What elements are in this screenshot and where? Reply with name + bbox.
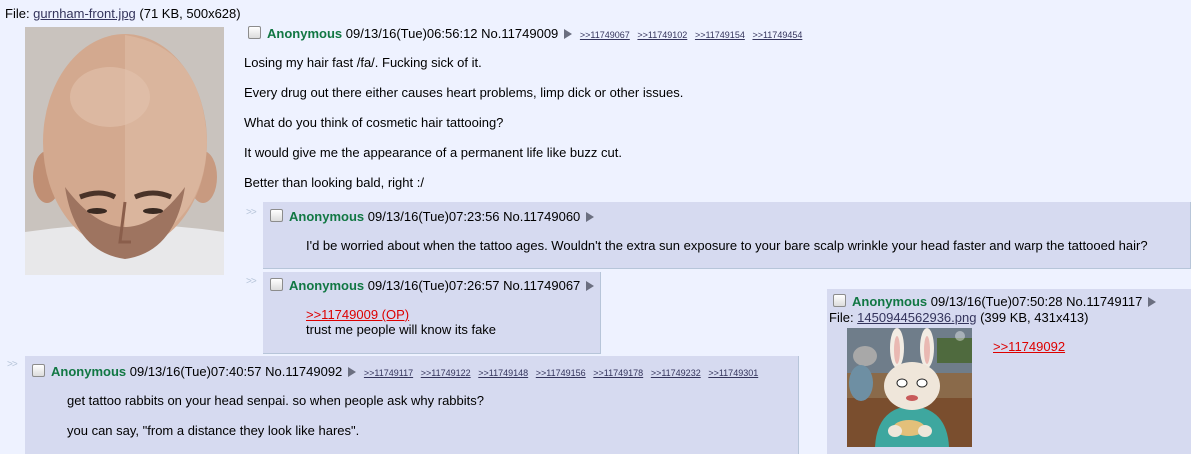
op-file-info: File: gurnham-front.jpg (71 KB, 500x628)	[5, 6, 241, 21]
reply-header: Anonymous 09/13/16(Tue)07:23:56 No.11749…	[270, 209, 595, 224]
op-backlink[interactable]: >>11749067	[580, 30, 630, 40]
op-datetime: 09/13/16(Tue)06:56:12	[345, 26, 478, 41]
reply-post: Anonymous 09/13/16(Tue)07:40:57 No.11749…	[25, 356, 799, 454]
op-backlink[interactable]: >>11749154	[695, 30, 745, 40]
op-message-line: Better than looking bald, right :/	[244, 175, 424, 190]
reply-select-checkbox[interactable]	[32, 364, 45, 377]
reply-select-checkbox[interactable]	[833, 294, 846, 307]
reply-poster-name: Anonymous	[852, 294, 928, 309]
reply-post: Anonymous 09/13/16(Tue)07:23:56 No.11749…	[263, 202, 1191, 269]
reply-select-checkbox[interactable]	[270, 278, 283, 291]
op-poster-name: Anonymous	[267, 26, 343, 41]
post-menu-triangle-icon[interactable]	[586, 212, 595, 222]
quote-link[interactable]: >>11749009 (OP)	[306, 307, 409, 322]
reply-arrows: >>	[7, 359, 18, 370]
reply-datetime: 09/13/16(Tue)07:23:56	[367, 209, 500, 224]
reply-backlink[interactable]: >>11749232	[651, 368, 701, 378]
reply-backlink[interactable]: >>11749301	[708, 368, 758, 378]
reply-header: Anonymous 09/13/16(Tue)07:50:28 No.11749…	[833, 294, 1157, 309]
reply-poster-name: Anonymous	[289, 209, 365, 224]
op-file-link[interactable]: gurnham-front.jpg	[33, 6, 136, 21]
reply-post: Anonymous 09/13/16(Tue)07:26:57 No.11749…	[263, 272, 601, 354]
bald-head-image	[25, 27, 224, 275]
post-menu-triangle-icon[interactable]	[564, 29, 573, 39]
post-menu-triangle-icon[interactable]	[1148, 297, 1157, 307]
op-message-line: What do you think of cosmetic hair tatto…	[244, 115, 504, 130]
post-menu-triangle-icon[interactable]	[348, 367, 357, 377]
reply-message: trust me people will know its fake	[306, 322, 497, 337]
op-post-header: Anonymous 09/13/16(Tue)06:56:12 No.11749…	[248, 26, 802, 41]
reply-post-number[interactable]: No.11749060	[503, 209, 580, 224]
reply-backlink[interactable]: >>11749178	[593, 368, 643, 378]
op-post-number[interactable]: No.11749009	[481, 26, 558, 41]
reply-select-checkbox[interactable]	[270, 209, 283, 222]
reply-file-info: File: 1450944562936.png (399 KB, 431x413…	[829, 310, 1089, 325]
reply-post-number[interactable]: No.11749067	[503, 278, 580, 293]
reply-backlink[interactable]: >>11749156	[536, 368, 586, 378]
reply-poster-name: Anonymous	[51, 364, 127, 379]
reply-datetime: 09/13/16(Tue)07:26:57	[367, 278, 500, 293]
reply-poster-name: Anonymous	[289, 278, 365, 293]
op-backlink[interactable]: >>11749454	[752, 30, 802, 40]
reply-backlink[interactable]: >>11749122	[421, 368, 471, 378]
reply-datetime: 09/13/16(Tue)07:50:28	[930, 294, 1063, 309]
quote-link[interactable]: >>11749092	[993, 339, 1065, 354]
reply-message-line: you can say, "from a distance they look …	[67, 423, 360, 438]
post-menu-triangle-icon[interactable]	[586, 281, 595, 291]
op-image-thumbnail[interactable]	[25, 27, 224, 275]
op-backlink[interactable]: >>11749102	[637, 30, 687, 40]
op-message-line: Every drug out there either causes heart…	[244, 85, 684, 100]
reply-file-link[interactable]: 1450944562936.png	[857, 310, 976, 325]
reply-message: I'd be worried about when the tattoo age…	[306, 238, 1148, 253]
reply-arrows: >>	[246, 276, 257, 287]
reply-datetime: 09/13/16(Tue)07:40:57	[129, 364, 262, 379]
reply-image-thumbnail[interactable]	[847, 328, 972, 447]
reply-backlink[interactable]: >>11749117	[364, 368, 413, 378]
op-message-line: Losing my hair fast /fa/. Fucking sick o…	[244, 55, 482, 70]
reply-post-number[interactable]: No.11749092	[265, 364, 342, 379]
reply-header: Anonymous 09/13/16(Tue)07:26:57 No.11749…	[270, 278, 595, 293]
reply-backlink[interactable]: >>11749148	[478, 368, 528, 378]
reply-post-number[interactable]: No.11749117	[1066, 294, 1142, 309]
op-select-checkbox[interactable]	[248, 26, 261, 39]
reply-header: Anonymous 09/13/16(Tue)07:40:57 No.11749…	[32, 364, 758, 379]
cartoon-rabbit-image	[847, 328, 972, 447]
reply-arrows: >>	[246, 207, 257, 218]
reply-message-line: get tattoo rabbits on your head senpai. …	[67, 393, 484, 408]
op-message-line: It would give me the appearance of a per…	[244, 145, 622, 160]
reply-post: Anonymous 09/13/16(Tue)07:50:28 No.11749…	[827, 289, 1191, 454]
